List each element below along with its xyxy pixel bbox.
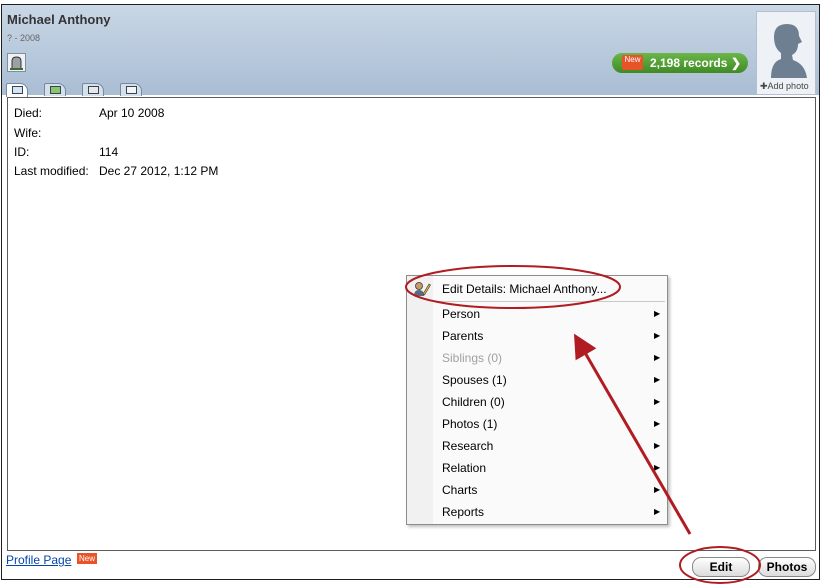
menu-gutter (407, 276, 433, 524)
chevron-right-icon: ❯ (730, 56, 741, 70)
menu-item-photos[interactable]: Photos (1) (442, 417, 497, 431)
records-new-badge: New (622, 55, 643, 70)
submenu-arrow-icon: ▶ (654, 507, 661, 516)
menu-item-person[interactable]: Person (442, 307, 480, 321)
menu-item-charts[interactable]: Charts (442, 483, 477, 497)
person-header: Michael Anthony ? - 2008 New 2,198 recor… (2, 5, 819, 97)
detail-label: Wife: (14, 126, 42, 140)
menu-item-spouses[interactable]: Spouses (1) (442, 373, 507, 387)
detail-label: Last modified: (14, 164, 89, 178)
edit-button[interactable]: Edit (692, 557, 750, 577)
person-years: ? - 2008 (7, 33, 41, 43)
tab-family[interactable] (44, 83, 66, 96)
detail-label: ID: (14, 145, 30, 159)
silhouette-icon (771, 24, 807, 78)
detail-value: 114 (99, 145, 119, 159)
details-card-icon (12, 86, 23, 94)
gravestone-icon (10, 56, 23, 70)
submenu-arrow-icon: ▶ (654, 309, 661, 318)
submenu-arrow-icon: ▶ (654, 375, 661, 384)
menu-item-research[interactable]: Research (442, 439, 493, 453)
profile-photo[interactable]: ✚Add photo (756, 11, 816, 95)
add-photo-link[interactable]: ✚Add photo (760, 81, 809, 92)
submenu-arrow-icon: ▶ (654, 419, 661, 428)
house-icon (88, 86, 99, 94)
new-badge: New (77, 553, 98, 564)
records-count: 2,198 records (650, 56, 728, 70)
gravestone-button[interactable] (7, 53, 26, 72)
family-view-icon (50, 86, 61, 94)
submenu-arrow-icon: ▶ (654, 463, 661, 472)
submenu-arrow-icon: ▶ (654, 353, 661, 362)
menu-item-children[interactable]: Children (0) (442, 395, 505, 409)
person-name: Michael Anthony (7, 12, 111, 27)
tab-details[interactable] (6, 83, 28, 97)
tab-places[interactable] (82, 83, 104, 96)
detail-label: Died: (14, 106, 43, 120)
records-button[interactable]: New 2,198 records ❯ (612, 53, 748, 73)
calendar-icon (126, 86, 137, 94)
tab-events[interactable] (120, 83, 142, 96)
menu-item-relation[interactable]: Relation (442, 461, 486, 475)
menu-item-parents[interactable]: Parents (442, 329, 483, 343)
photos-button[interactable]: Photos (758, 557, 816, 577)
detail-value: Apr 10 2008 (99, 106, 165, 120)
context-menu: Edit Details: Michael Anthony... Person … (406, 275, 668, 525)
menu-item-siblings: Siblings (0) (442, 351, 503, 365)
submenu-arrow-icon: ▶ (654, 485, 661, 494)
detail-value: Dec 27 2012, 1:12 PM (99, 164, 219, 178)
submenu-arrow-icon: ▶ (654, 397, 661, 406)
submenu-arrow-icon: ▶ (654, 441, 661, 450)
submenu-arrow-icon: ▶ (654, 331, 661, 340)
edit-person-icon (414, 282, 431, 296)
menu-separator (437, 301, 665, 302)
menu-item-edit-details[interactable]: Edit Details: Michael Anthony... (442, 282, 607, 296)
menu-item-reports[interactable]: Reports (442, 505, 484, 519)
profile-page-link[interactable]: Profile Page (6, 553, 71, 567)
